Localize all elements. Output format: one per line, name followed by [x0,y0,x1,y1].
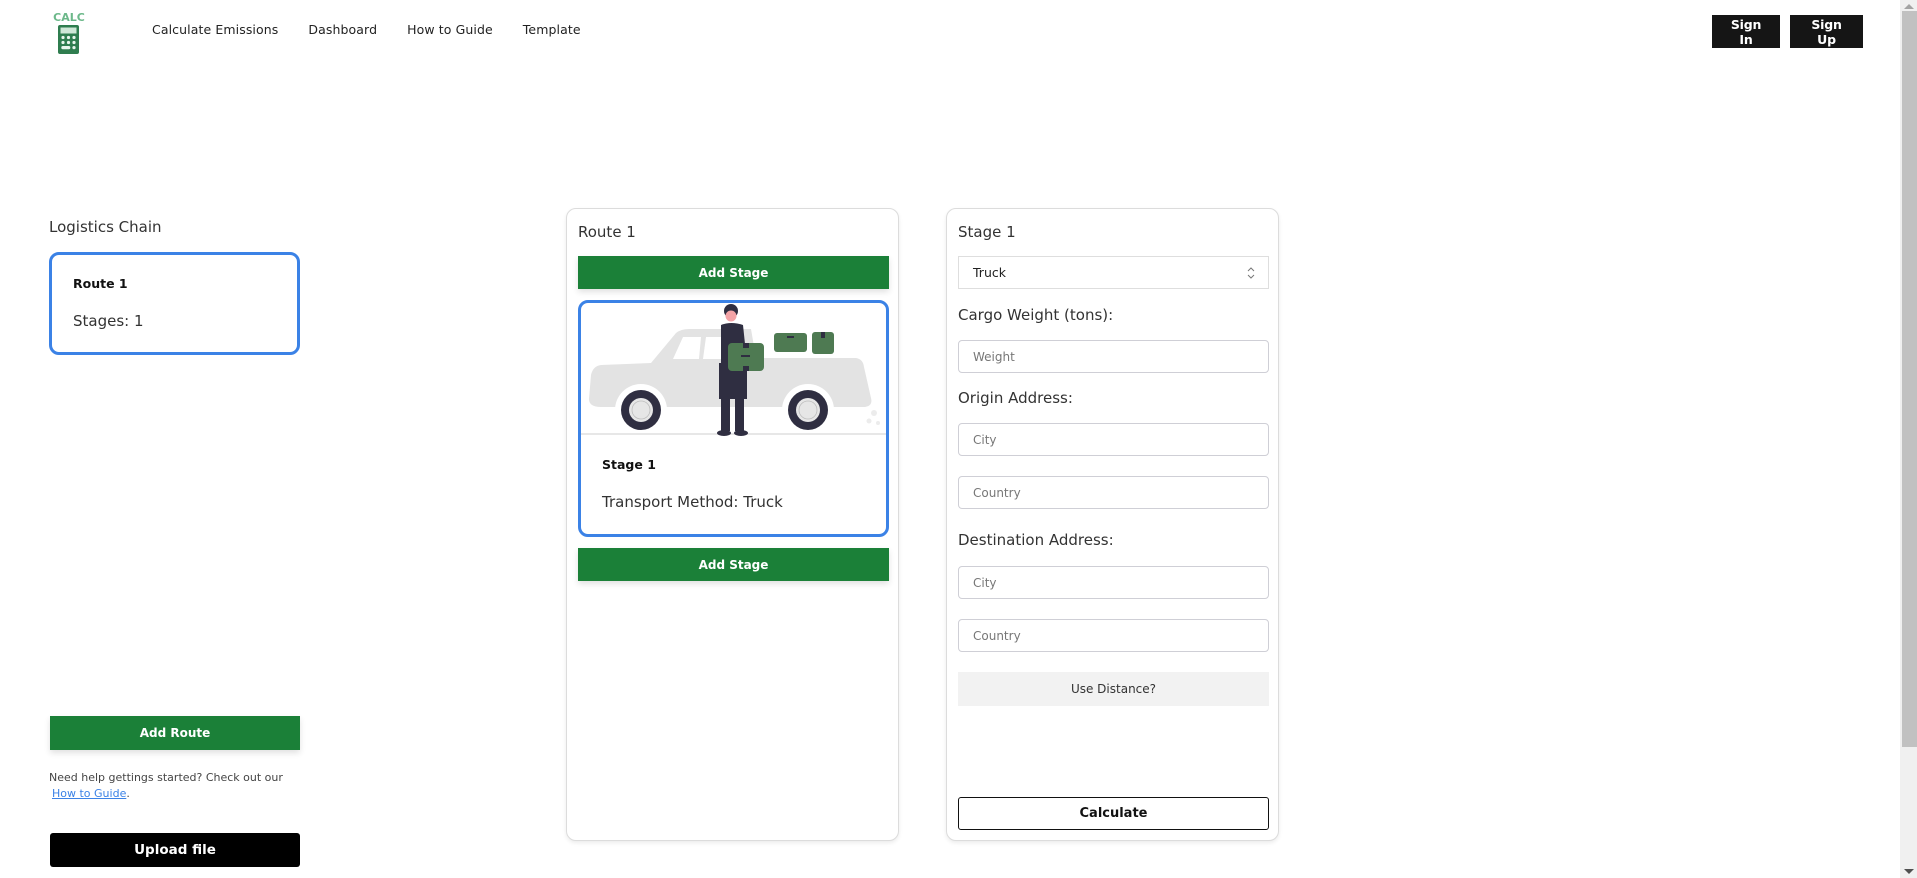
truck-wheel-front [788,390,828,430]
calculate-button[interactable]: Calculate [958,797,1269,830]
top-navbar: CALC Calculate Emissions Dashboard How t… [0,0,1900,60]
main-nav: Calculate Emissions Dashboard How to Gui… [152,22,611,37]
use-distance-button[interactable]: Use Distance? [958,672,1269,706]
nav-dashboard[interactable]: Dashboard [308,22,377,37]
logistics-chain-heading: Logistics Chain [49,218,162,236]
logo-text: CALC [53,11,85,24]
nav-how-to-guide[interactable]: How to Guide [407,22,493,37]
help-text: Need help gettings started? Check out ou… [49,770,309,802]
upload-file-button[interactable]: Upload file [50,833,300,867]
nav-calculate-emissions[interactable]: Calculate Emissions [152,22,278,37]
how-to-guide-link[interactable]: How to Guide [52,787,126,800]
nav-template[interactable]: Template [523,22,581,37]
cargo-weight-label: Cargo Weight (tons): [958,306,1114,324]
destination-country-input[interactable] [958,619,1269,652]
truck-wheel-rear [621,390,661,430]
help-text-suffix: . [126,787,130,800]
scrollbar-thumb[interactable] [1902,11,1917,747]
add-stage-button-bottom[interactable]: Add Stage [578,548,889,581]
origin-country-input[interactable] [958,476,1269,509]
calc-logo[interactable]: CALC [44,8,94,56]
auth-buttons: Sign In Sign Up [1712,15,1863,48]
stage-card[interactable]: Stage 1 Transport Method: Truck [578,300,889,537]
route-panel-title: Route 1 [578,223,636,241]
calculator-logo-icon: CALC [53,11,85,54]
origin-city-input[interactable] [958,423,1269,456]
sign-up-button[interactable]: Sign Up [1790,15,1863,48]
transport-method-value: Truck [973,265,1006,280]
help-text-body: Need help gettings started? Check out ou… [49,771,283,784]
page-scrollbar[interactable] [1900,0,1917,878]
scroll-up-arrow-icon[interactable] [1904,4,1914,9]
route-card-stages-count: Stages: 1 [73,312,144,330]
transport-method-select[interactable]: Truck [958,256,1269,289]
destination-address-label: Destination Address: [958,531,1114,549]
route-card-title: Route 1 [73,276,128,291]
truck-with-person-illustration [581,304,886,436]
cargo-weight-input[interactable] [958,340,1269,373]
origin-address-label: Origin Address: [958,389,1073,407]
stage-panel-title: Stage 1 [958,223,1016,241]
select-updown-chevron-icon [1247,267,1255,279]
destination-city-input[interactable] [958,566,1269,599]
add-stage-button-top[interactable]: Add Stage [578,256,889,289]
scroll-down-arrow-icon[interactable] [1904,869,1914,874]
stage-form-panel: Stage 1 Truck Cargo Weight (tons): Origi… [946,208,1279,841]
route-card[interactable]: Route 1 Stages: 1 [49,252,300,355]
add-route-button[interactable]: Add Route [50,716,300,750]
route-panel: Route 1 Add Stage Stage 1 Transport Meth… [566,208,899,841]
sign-in-button[interactable]: Sign In [1712,15,1780,48]
stage-card-title: Stage 1 [602,457,656,472]
stage-card-transport-method: Transport Method: Truck [602,493,783,511]
